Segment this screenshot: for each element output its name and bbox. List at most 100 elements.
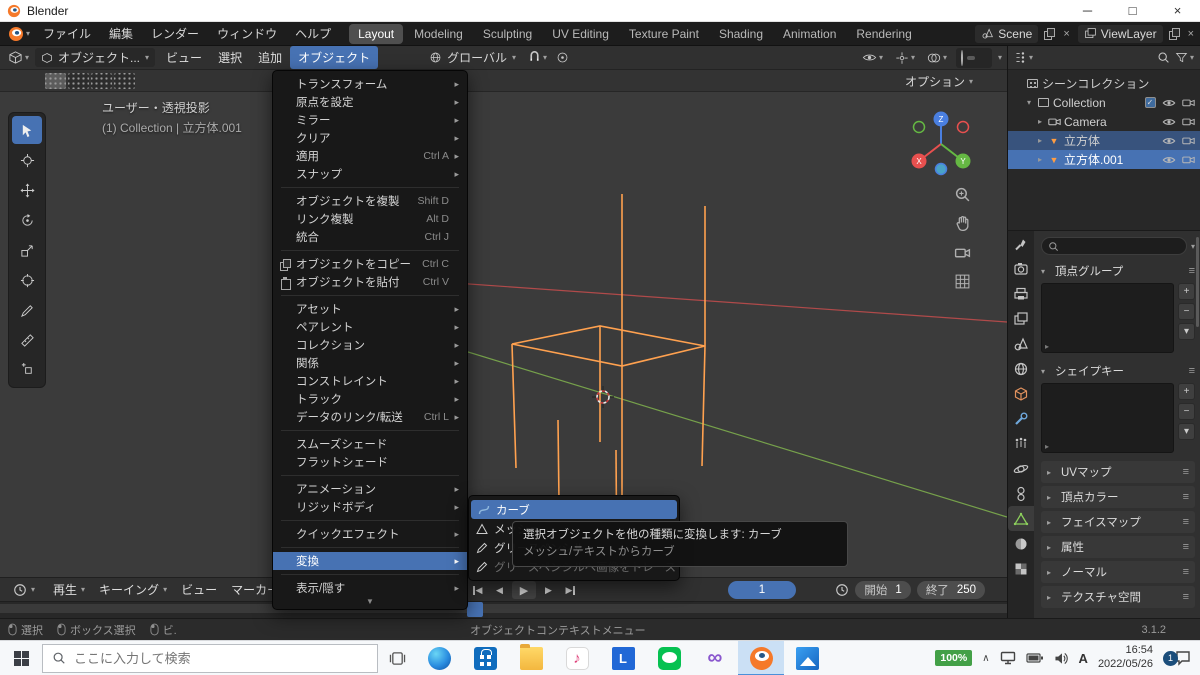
properties-tab-object[interactable] bbox=[1008, 381, 1034, 406]
speaker-icon[interactable] bbox=[1054, 652, 1069, 665]
properties-tab-tool[interactable] bbox=[1008, 231, 1034, 256]
pan-hand-icon[interactable] bbox=[952, 213, 972, 233]
properties-search-field[interactable] bbox=[1041, 237, 1187, 255]
options-dropdown[interactable]: オプション ▾ bbox=[905, 73, 973, 90]
object-menu-item-25[interactable]: アニメーション ▸ bbox=[273, 480, 467, 498]
object-menu-item-5[interactable]: スナップ ▸ bbox=[273, 165, 467, 183]
menubar-item-2[interactable]: レンダー bbox=[142, 22, 208, 45]
checkbox-icon[interactable]: ✓ bbox=[1142, 97, 1158, 108]
eye-icon[interactable] bbox=[1161, 115, 1177, 129]
close-button[interactable]: × bbox=[1155, 0, 1200, 21]
delete-viewlayer-icon[interactable]: × bbox=[1186, 28, 1196, 40]
eye-icon[interactable] bbox=[1161, 153, 1177, 167]
workspace-tab-0[interactable]: Layout bbox=[349, 23, 404, 44]
menubar-item-3[interactable]: ウィンドウ bbox=[208, 22, 286, 45]
props-section-header-0[interactable]: ▾ 頂点グループ ≡ bbox=[1041, 261, 1195, 281]
outliner-row-3[interactable]: ▸ ▼ 立方体 bbox=[1008, 131, 1200, 150]
expand-icon[interactable]: ▸ bbox=[1034, 155, 1046, 164]
viewlayer-selector[interactable]: ViewLayer bbox=[1077, 24, 1163, 43]
properties-tab-world[interactable] bbox=[1008, 356, 1034, 381]
viewport-menu-3[interactable]: オブジェクト bbox=[290, 46, 379, 69]
transform-tool[interactable] bbox=[12, 266, 42, 294]
proportional-edit-button[interactable] bbox=[553, 49, 572, 66]
store-taskbar-button[interactable] bbox=[462, 641, 508, 675]
object-menu-item-1[interactable]: 原点を設定 ▸ bbox=[273, 93, 467, 111]
overlays-dropdown[interactable]: ▾ bbox=[924, 49, 950, 67]
select-mode-invert-button[interactable] bbox=[114, 73, 135, 89]
props-section-3[interactable]: ▸ 頂点カラー ≡ bbox=[1041, 486, 1195, 508]
timeline-menu-2[interactable]: ビュー bbox=[174, 578, 224, 601]
object-menu-item-16[interactable]: コレクション ▸ bbox=[273, 336, 467, 354]
clock[interactable]: 16:54 2022/05/26 bbox=[1098, 644, 1153, 672]
outliner-search-icon[interactable] bbox=[1157, 51, 1170, 64]
battery-percent-badge[interactable]: 100% bbox=[935, 650, 973, 666]
ime-indicator[interactable]: A bbox=[1079, 651, 1088, 666]
object-menu-item-12[interactable]: オブジェクトを貼付 Ctrl V bbox=[273, 273, 467, 291]
visibility-dropdown[interactable]: ▾ bbox=[859, 48, 886, 67]
expand-icon[interactable]: ▸ bbox=[1034, 136, 1046, 145]
orthographic-grid-icon[interactable] bbox=[952, 271, 972, 291]
eye-icon[interactable] bbox=[1161, 134, 1177, 148]
search-input[interactable] bbox=[74, 650, 368, 666]
shading-rendered-button[interactable] bbox=[983, 56, 991, 60]
play-button[interactable]: ▶ bbox=[512, 581, 536, 599]
tray-expand-icon[interactable]: ∧ bbox=[982, 653, 989, 664]
add-button[interactable]: + bbox=[1178, 283, 1195, 300]
section-menu-icon[interactable]: ≡ bbox=[1183, 566, 1189, 578]
timeline-editor-icon[interactable]: ▾ bbox=[6, 580, 42, 600]
viewport-menu-2[interactable]: 追加 bbox=[250, 46, 290, 69]
render-camera-icon[interactable] bbox=[1180, 153, 1196, 166]
outliner-item-label[interactable]: Collection bbox=[1051, 96, 1106, 110]
jump-to-end-button[interactable]: ▶ bbox=[561, 581, 580, 599]
specials-menu-button[interactable]: ▾ bbox=[1178, 323, 1195, 340]
battery-tray-icon[interactable] bbox=[1025, 652, 1044, 664]
object-menu-item-15[interactable]: ペアレント ▸ bbox=[273, 318, 467, 336]
jump-to-start-button[interactable]: ◀ bbox=[468, 581, 487, 599]
outliner-row-0[interactable]: シーンコレクション bbox=[1008, 74, 1200, 93]
props-section-6[interactable]: ▸ ノーマル ≡ bbox=[1041, 561, 1195, 583]
expand-icon[interactable]: ▸ bbox=[1034, 117, 1046, 126]
outliner-item-label[interactable]: シーンコレクション bbox=[1040, 75, 1149, 92]
viewport-menu-1[interactable]: 選択 bbox=[210, 46, 250, 69]
cursor-tool[interactable] bbox=[12, 146, 42, 174]
navigation-gizmo[interactable]: Z X Y bbox=[906, 109, 976, 179]
new-viewlayer-icon[interactable] bbox=[1168, 28, 1180, 40]
object-menu-item-7[interactable]: オブジェクトを複製 Shift D bbox=[273, 192, 467, 210]
photos-taskbar-button[interactable] bbox=[784, 641, 830, 675]
properties-tab-constraints[interactable] bbox=[1008, 481, 1034, 506]
section-menu-icon[interactable]: ≡ bbox=[1183, 591, 1189, 603]
shading-dropdown-icon[interactable]: ▾ bbox=[998, 53, 1002, 62]
outliner-row-4[interactable]: ▸ ▼ 立方体.001 bbox=[1008, 150, 1200, 169]
object-menu-item-14[interactable]: アセット ▸ bbox=[273, 300, 467, 318]
convert-submenu-item-0[interactable]: カーブ bbox=[471, 500, 677, 519]
object-menu-item-11[interactable]: オブジェクトをコピー Ctrl C bbox=[273, 255, 467, 273]
object-menu-item-9[interactable]: 統合 Ctrl J bbox=[273, 228, 467, 246]
select-box-tool[interactable] bbox=[12, 116, 42, 144]
annotate-tool[interactable] bbox=[12, 296, 42, 324]
properties-tab-render[interactable] bbox=[1008, 256, 1034, 281]
section-menu-icon[interactable]: ≡ bbox=[1183, 491, 1189, 503]
viewport-menu-0[interactable]: ビュー bbox=[158, 46, 210, 69]
object-menu-item-8[interactable]: リンク複製 Alt D bbox=[273, 210, 467, 228]
add-button[interactable]: + bbox=[1178, 383, 1195, 400]
workspace-tab-6[interactable]: Animation bbox=[774, 24, 845, 44]
playhead[interactable] bbox=[467, 602, 483, 617]
remove-button[interactable]: − bbox=[1178, 303, 1195, 320]
ltile-taskbar-button[interactable]: L bbox=[600, 641, 646, 675]
folder-taskbar-button[interactable] bbox=[508, 641, 554, 675]
outliner-editor-icon[interactable]: ▾ bbox=[1014, 51, 1033, 64]
display-tray-icon[interactable] bbox=[1000, 651, 1016, 665]
properties-tab-data[interactable] bbox=[1008, 506, 1034, 531]
select-mode-extend-button[interactable] bbox=[68, 73, 89, 89]
menubar-item-1[interactable]: 編集 bbox=[100, 22, 142, 45]
shading-material-button[interactable] bbox=[975, 56, 983, 60]
item-list[interactable]: ▸ bbox=[1041, 283, 1174, 353]
properties-tab-physics[interactable] bbox=[1008, 456, 1034, 481]
section-menu-icon[interactable]: ≡ bbox=[1183, 516, 1189, 528]
workspace-tab-1[interactable]: Modeling bbox=[405, 24, 472, 44]
object-menu-item-22[interactable]: スムーズシェード bbox=[273, 435, 467, 453]
frame-end-field[interactable]: 終了 250 bbox=[916, 581, 985, 599]
line-taskbar-button[interactable] bbox=[646, 641, 692, 675]
properties-tab-material[interactable] bbox=[1008, 531, 1034, 556]
properties-tab-particles[interactable] bbox=[1008, 431, 1034, 456]
